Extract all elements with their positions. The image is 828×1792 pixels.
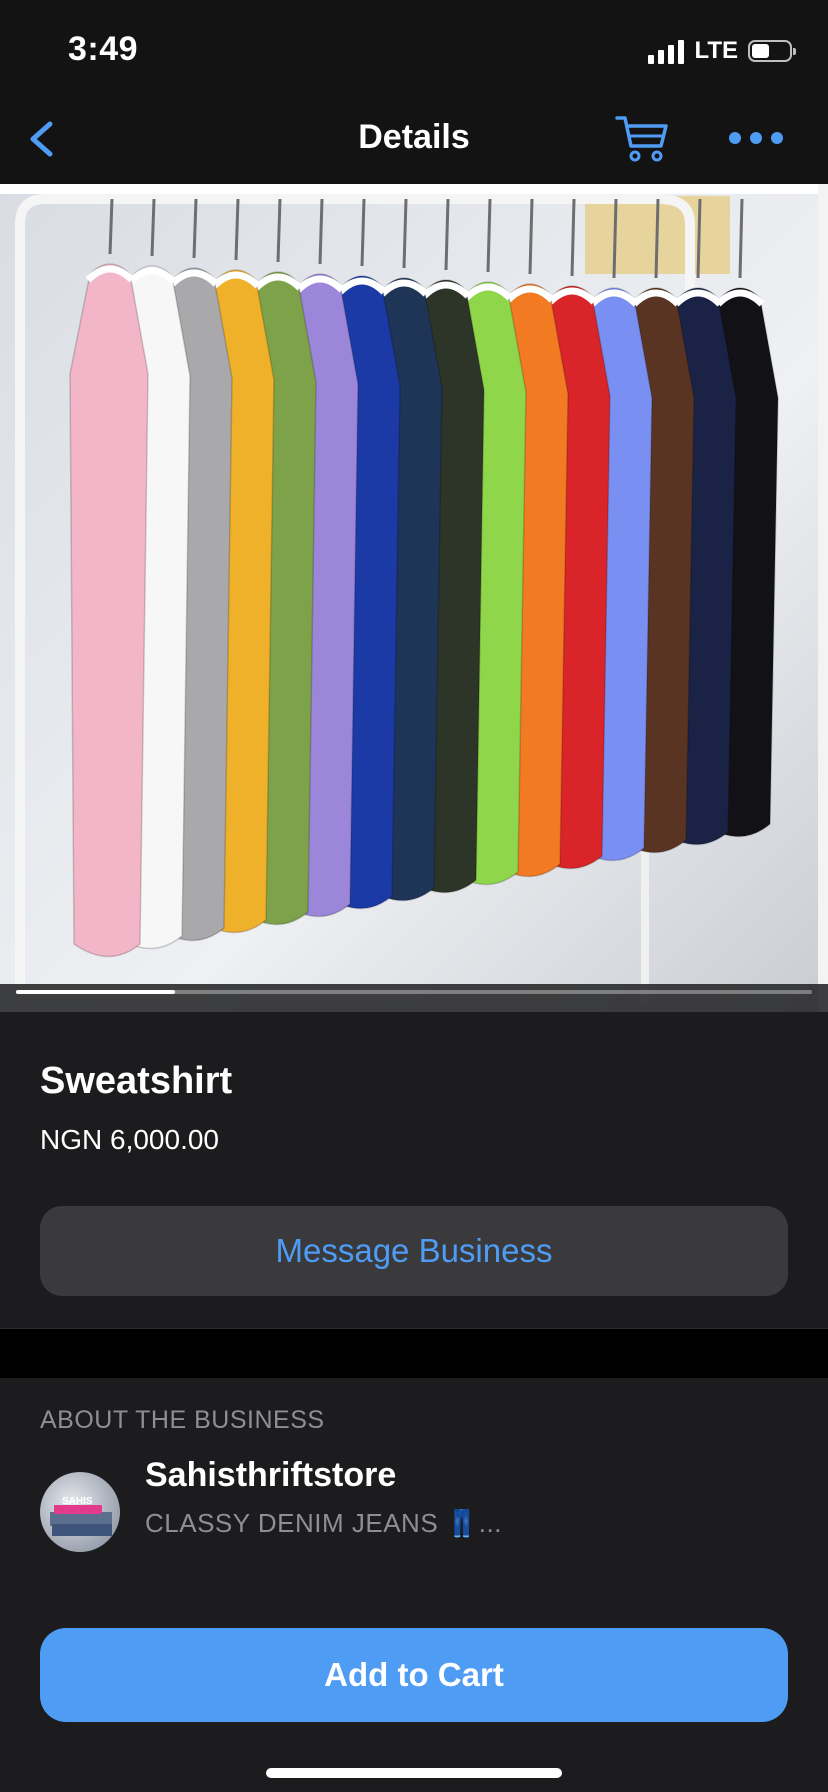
hanger xyxy=(696,198,702,279)
hanger xyxy=(108,198,114,255)
network-type: LTE xyxy=(694,37,738,64)
home-indicator xyxy=(266,1768,562,1778)
hanger xyxy=(486,198,492,273)
section-divider xyxy=(0,1328,828,1380)
product-name: Sweatshirt xyxy=(40,1060,233,1102)
status-time: 3:49 xyxy=(68,30,139,68)
status-indicators: LTE xyxy=(648,36,796,66)
image-carousel-indicator xyxy=(16,990,176,994)
product-details: Sweatshirt NGN 6,000.00 Message Business xyxy=(0,1012,828,1328)
hanger xyxy=(654,198,660,279)
section-heading: ABOUT THE BUSINESS xyxy=(40,1406,325,1434)
hanger xyxy=(234,198,240,261)
business-tagline: CLASSY DENIM JEANS 👖... xyxy=(145,1508,502,1538)
hanger xyxy=(360,198,366,267)
hanger xyxy=(192,198,198,259)
sweatshirt-rack-photo xyxy=(0,184,828,1012)
navigation-bar: Details xyxy=(0,96,828,184)
hanger xyxy=(612,198,618,279)
page-title: Details xyxy=(358,118,470,156)
hanger xyxy=(150,198,156,257)
product-price: NGN 6,000.00 xyxy=(40,1124,219,1155)
more-options-button[interactable] xyxy=(726,118,786,158)
hanger xyxy=(570,198,576,277)
hanger xyxy=(402,198,408,269)
status-bar: 3:49 LTE xyxy=(0,0,828,96)
logo-text: SAHIS xyxy=(62,1496,93,1507)
sweatshirt-collection xyxy=(69,198,779,958)
business-avatar[interactable]: SAHIS xyxy=(40,1472,120,1552)
business-name[interactable]: Sahisthriftstore xyxy=(145,1456,396,1495)
about-business-section: ABOUT THE BUSINESS SAHIS Sahisthriftstor… xyxy=(0,1378,828,1792)
business-logo: SAHIS xyxy=(40,1472,120,1552)
signal-strength-icon xyxy=(648,38,685,64)
product-image[interactable] xyxy=(0,184,828,1012)
hanger xyxy=(444,198,450,271)
hanger xyxy=(528,198,534,275)
hanger xyxy=(276,198,282,263)
sweatshirt xyxy=(69,263,149,958)
hanger xyxy=(318,198,324,265)
cart-button[interactable] xyxy=(614,112,670,164)
ellipsis-icon xyxy=(729,132,741,144)
add-to-cart-button[interactable]: Add to Cart xyxy=(40,1628,788,1722)
battery-icon xyxy=(748,40,796,62)
message-business-button[interactable]: Message Business xyxy=(40,1206,788,1296)
cart-icon xyxy=(615,116,668,162)
hanger xyxy=(738,198,744,279)
